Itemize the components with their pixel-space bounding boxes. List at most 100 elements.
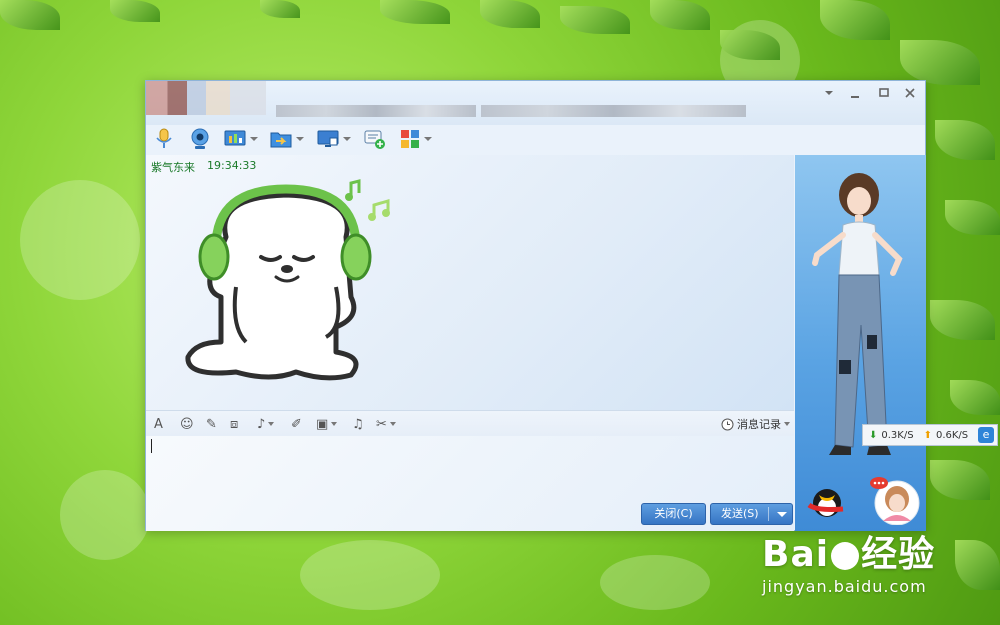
upload-arrow-icon: ⬆ xyxy=(923,429,932,441)
download-arrow-icon: ⬇ xyxy=(869,429,878,441)
avatar-show-figure[interactable] xyxy=(795,155,926,531)
send-label: 发送(S) xyxy=(721,507,759,520)
leaf xyxy=(930,460,990,500)
message-history-button[interactable]: 消息记录 xyxy=(721,416,790,432)
contact-show-panel xyxy=(795,155,926,531)
download-speed: 0.3K/S xyxy=(881,429,914,441)
leaf xyxy=(380,0,450,24)
screen-share-icon xyxy=(224,130,246,146)
maximize-button[interactable] xyxy=(877,87,891,101)
message-history[interactable]: 紫气东来 19:34:33 xyxy=(146,155,794,410)
leaf xyxy=(650,0,710,30)
chat-add-icon xyxy=(364,130,385,149)
leaf xyxy=(0,0,60,30)
microphone-icon xyxy=(156,128,172,148)
webcam-icon xyxy=(191,128,209,149)
title-bar[interactable] xyxy=(146,81,925,125)
remote-assist-button[interactable] xyxy=(224,128,258,150)
window-menu-button[interactable] xyxy=(822,87,836,101)
video-call-button[interactable] xyxy=(190,128,210,150)
music-icon: ♫ xyxy=(352,416,364,432)
format-toolbar: A ☺ ✎ ⧈ ♪ ✐ ▣ ♫ ✂ 消息记录 xyxy=(146,410,794,436)
scissors-icon: ✂ xyxy=(376,416,387,432)
music-note-icon xyxy=(349,179,361,197)
browser-icon[interactable]: e xyxy=(978,427,994,443)
clock-icon xyxy=(721,418,734,430)
chevron-down-icon[interactable] xyxy=(777,512,787,517)
app-grid-icon xyxy=(401,130,419,148)
chevron-down-icon xyxy=(389,422,396,426)
title-blurred xyxy=(481,105,746,117)
maximize-icon xyxy=(879,88,889,97)
edit-icon: ✐ xyxy=(291,416,302,432)
image-icon: ▣ xyxy=(316,416,329,432)
watermark-url: jingyan.baidu.com xyxy=(762,577,927,596)
create-discussion-button[interactable] xyxy=(364,128,386,150)
magic-emoji-button[interactable]: ✎ xyxy=(206,416,217,432)
qq-penguin-icon[interactable] xyxy=(803,481,847,519)
leaf xyxy=(900,40,980,85)
title-blurred xyxy=(276,105,476,117)
chevron-down-icon xyxy=(250,137,258,141)
leaf xyxy=(950,380,1000,415)
message-time: 19:34:33 xyxy=(207,159,257,172)
watermark: Bai 经验 jingyan.baidu.com xyxy=(762,525,935,596)
chat-toolbar xyxy=(146,125,796,153)
remote-desktop-button[interactable] xyxy=(317,128,351,150)
folder-transfer-icon xyxy=(270,132,292,148)
shake-button[interactable]: ⧈ xyxy=(230,416,238,432)
bokeh-light xyxy=(600,555,710,610)
shake-icon: ⧈ xyxy=(230,416,239,432)
chevron-down-icon xyxy=(825,91,833,95)
leaf xyxy=(930,300,995,340)
chevron-down-icon xyxy=(784,422,790,426)
close-button[interactable]: 关闭(C) xyxy=(641,503,706,525)
leaf xyxy=(260,0,300,18)
bokeh-light xyxy=(300,540,440,610)
close-window-button[interactable] xyxy=(903,87,917,101)
divider xyxy=(768,507,769,521)
send-file-button[interactable] xyxy=(270,128,304,150)
text-caret xyxy=(151,439,152,453)
voice-message-button[interactable]: ♪ xyxy=(257,416,275,432)
remote-desktop-icon xyxy=(317,130,339,147)
bokeh-light xyxy=(60,470,150,560)
minimize-button[interactable] xyxy=(848,87,862,101)
chevron-down-icon xyxy=(343,137,351,141)
network-speed-box: ⬇ 0.3K/S ⬆ 0.6K/S e xyxy=(862,424,998,446)
music-button[interactable]: ♫ xyxy=(352,416,364,432)
leaf xyxy=(110,0,160,22)
chat-window: 紫气东来 19:34:33 A ☺ ✎ ⧈ ♪ ✐ ▣ ♫ ✂ 消息记录 关闭(… xyxy=(145,80,926,531)
leaf xyxy=(955,540,1000,590)
minimize-icon xyxy=(851,96,859,98)
font-button[interactable]: A xyxy=(154,416,163,432)
contact-avatar-icon[interactable] xyxy=(869,477,921,525)
contact-avatar[interactable] xyxy=(146,81,266,115)
upload-speed: 0.6K/S xyxy=(935,429,969,441)
leaf xyxy=(820,0,890,40)
leaf xyxy=(480,0,540,28)
smiley-icon: ☺ xyxy=(180,416,194,432)
watermark-logo: Bai xyxy=(762,534,830,575)
leaf xyxy=(945,200,1000,235)
message-input[interactable]: 关闭(C) 发送(S) xyxy=(146,436,794,531)
send-button[interactable]: 发送(S) xyxy=(710,503,793,525)
bokeh-light xyxy=(20,180,140,300)
screenshot-button[interactable]: ✂ xyxy=(376,416,396,432)
voice-call-button[interactable] xyxy=(154,128,174,150)
chevron-down-icon xyxy=(424,137,432,141)
image-button[interactable]: ▣ xyxy=(316,416,338,432)
leaf xyxy=(935,120,995,160)
leaf xyxy=(560,6,630,34)
close-icon xyxy=(905,88,915,98)
chevron-down-icon xyxy=(268,422,275,426)
history-label: 消息记录 xyxy=(737,418,781,431)
paw-icon xyxy=(831,542,860,570)
font-icon: A xyxy=(154,416,163,432)
watermark-logo-suffix: 经验 xyxy=(861,534,936,575)
wand-icon: ✎ xyxy=(206,416,217,432)
dog-headphones-sticker[interactable] xyxy=(176,177,396,392)
emoji-button[interactable]: ☺ xyxy=(180,416,194,432)
note-button[interactable]: ✐ xyxy=(291,416,302,432)
apps-button[interactable] xyxy=(400,128,432,150)
